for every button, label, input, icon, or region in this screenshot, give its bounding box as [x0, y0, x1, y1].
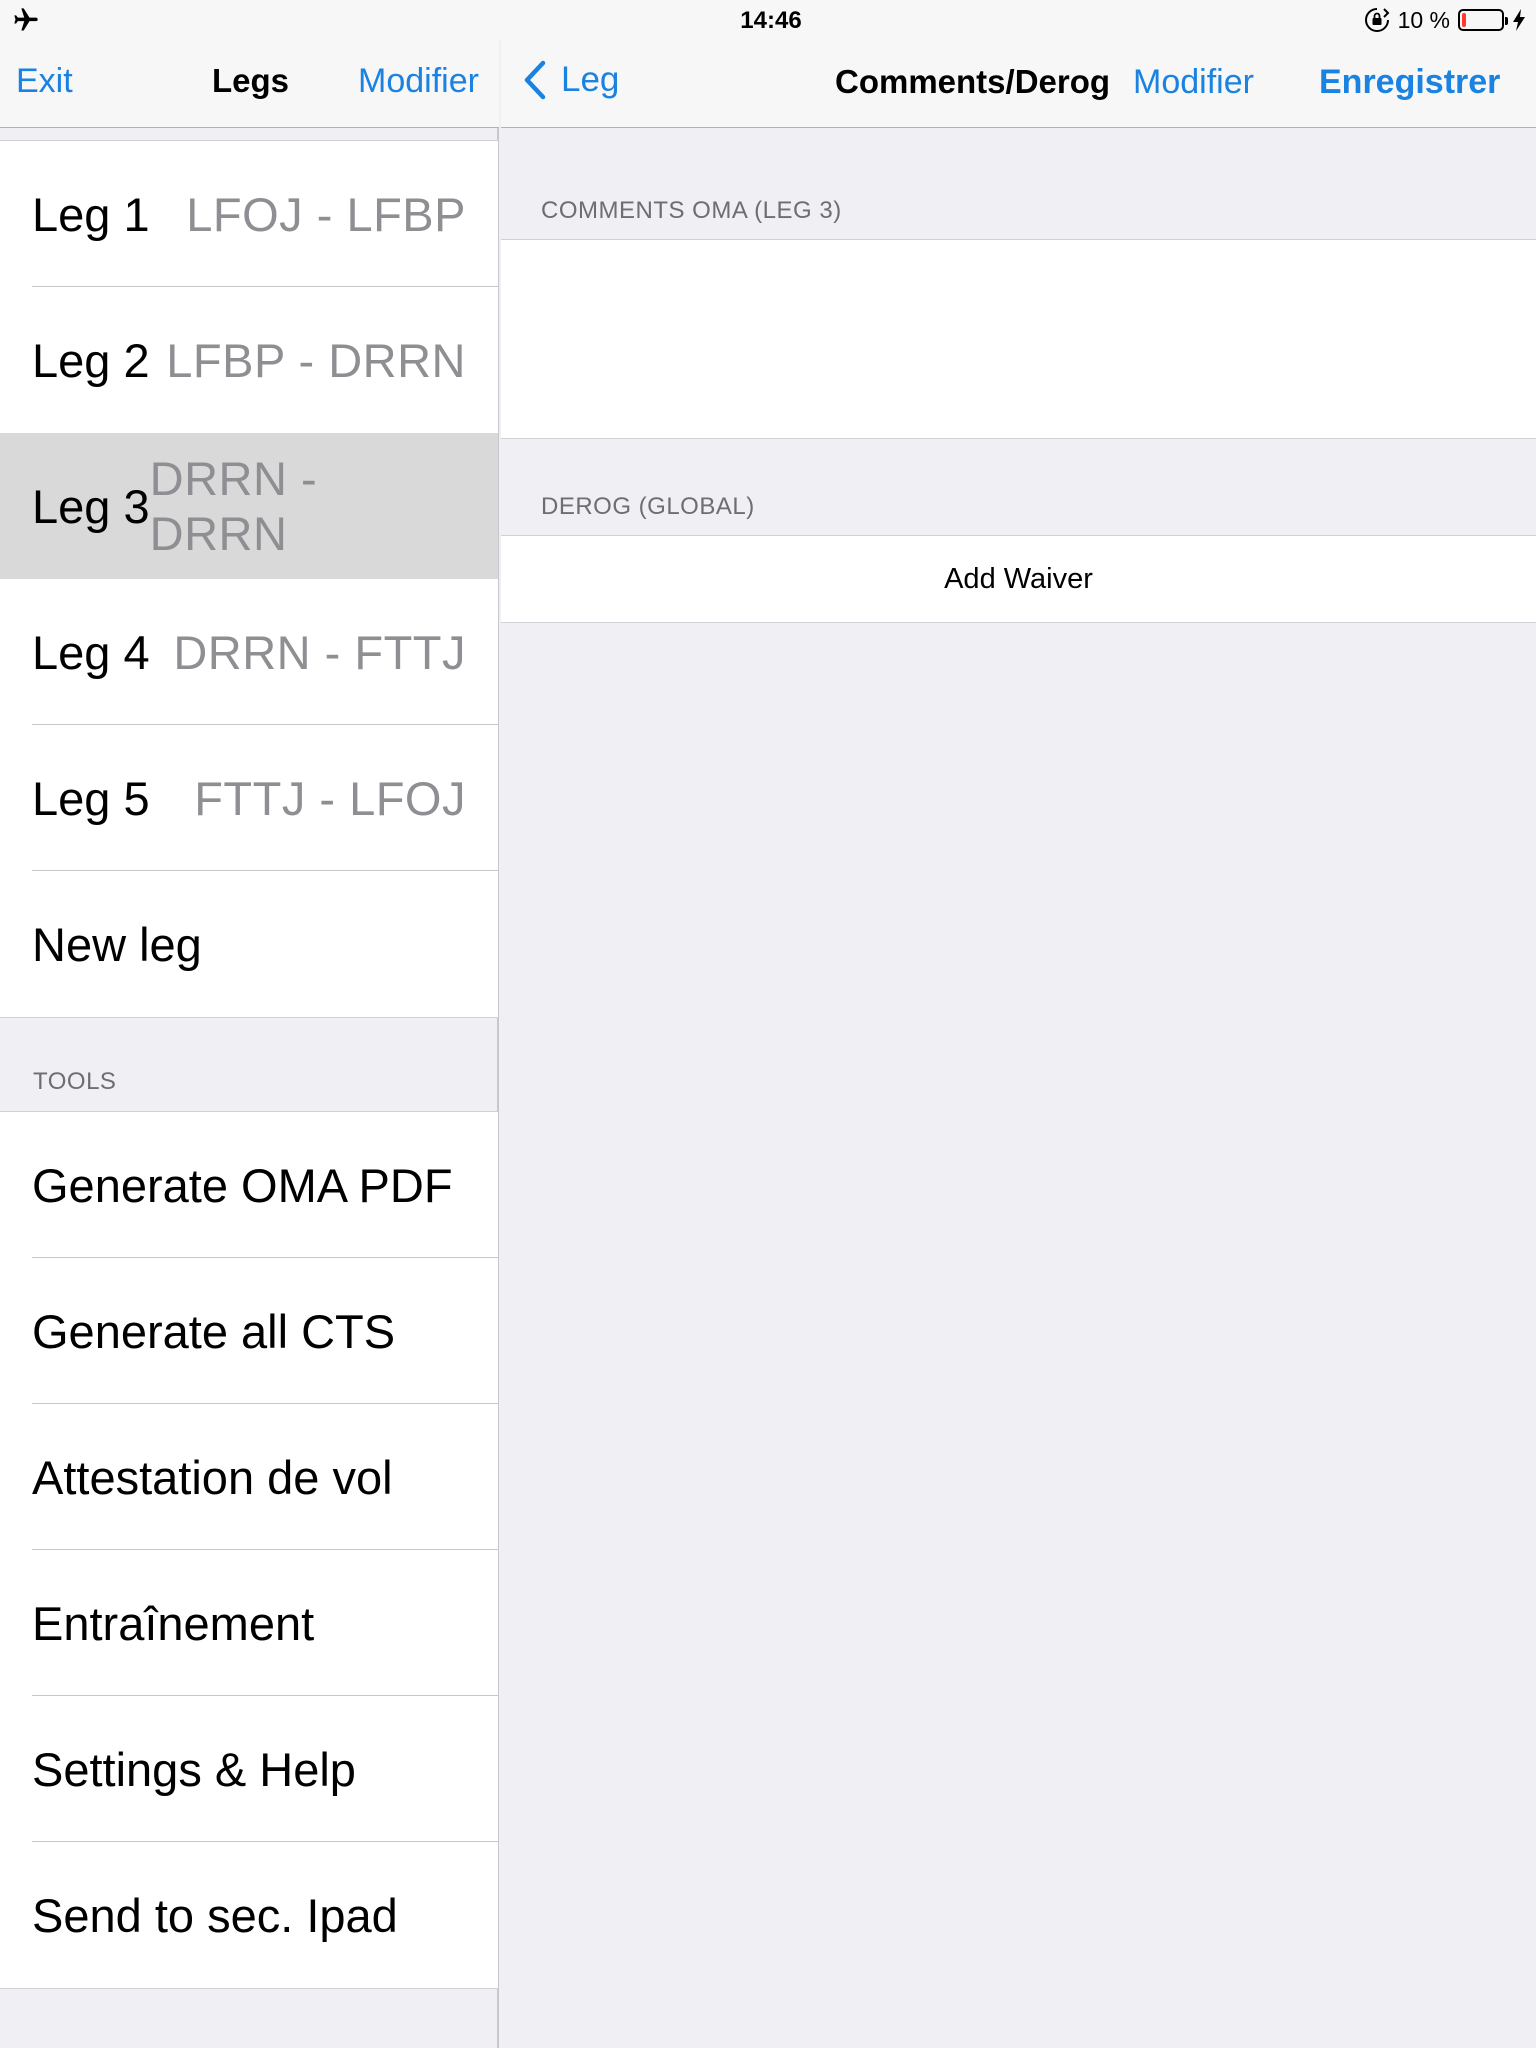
leg-label: Leg 1: [32, 187, 150, 241]
rotation-lock-icon: [1364, 8, 1389, 32]
charging-bolt-icon: [1513, 9, 1525, 31]
comments-group: [501, 239, 1536, 439]
leg-row-3[interactable]: Leg 3 DRRN - DRRN: [0, 433, 498, 579]
leg-route: DRRN - DRRN: [149, 452, 318, 560]
legs-list: Leg 1 LFOJ - LFBP Leg 2 LFBP - DRRN Leg …: [0, 140, 498, 1018]
leg-label: Leg 4: [32, 625, 150, 679]
tool-label: Settings & Help: [32, 1742, 356, 1796]
back-to-leg-button[interactable]: Leg: [523, 60, 619, 100]
detail-modifier-button[interactable]: Modifier: [1133, 63, 1254, 102]
battery-fill: [1462, 13, 1466, 27]
entrainement-button[interactable]: Entraînement: [0, 1550, 498, 1696]
tools-list: Generate OMA PDF Generate all CTS Attest…: [0, 1111, 498, 1989]
generate-oma-pdf-button[interactable]: Generate OMA PDF: [0, 1112, 498, 1258]
leg-label: Leg 2: [32, 333, 150, 387]
legs-title: Legs: [212, 62, 290, 99]
settings-help-button[interactable]: Settings & Help: [0, 1696, 498, 1842]
attestation-de-vol-button[interactable]: Attestation de vol: [0, 1404, 498, 1550]
leg-route: LFOJ - LFBP: [186, 187, 466, 241]
legs-master-pane: Exit Legs Modifier Leg 1 LFOJ - LFBP Leg…: [0, 0, 499, 2048]
detail-title: Comments/Derog: [835, 63, 1111, 100]
new-leg-button[interactable]: New leg: [0, 871, 498, 1017]
battery-icon: [1458, 9, 1508, 31]
tool-label: Generate all CTS: [32, 1304, 396, 1358]
enregistrer-button[interactable]: Enregistrer: [1319, 63, 1500, 102]
comments-derog-detail-pane: Leg Comments/Derog Modifier Enregistrer …: [501, 0, 1536, 2048]
generate-all-cts-button[interactable]: Generate all CTS: [0, 1258, 498, 1404]
leg-label: Leg 3: [32, 479, 150, 533]
detail-nav-bar: Leg Comments/Derog Modifier Enregistrer: [501, 40, 1536, 128]
send-to-sec-ipad-button[interactable]: Send to sec. Ipad: [0, 1842, 498, 1988]
status-right-group: 10 %: [1364, 6, 1526, 34]
leg-row-2[interactable]: Leg 2 LFBP - DRRN: [0, 287, 498, 433]
add-waiver-button[interactable]: Add Waiver: [501, 536, 1536, 622]
leg-route: LFBP - DRRN: [166, 333, 466, 387]
comments-oma-textarea[interactable]: [501, 240, 1536, 438]
tools-section-header: TOOLS: [33, 1068, 117, 1095]
status-time: 14:46: [740, 7, 802, 34]
tool-label: Send to sec. Ipad: [32, 1888, 398, 1942]
derog-section-header: DEROG (GLOBAL): [541, 493, 755, 520]
new-leg-label: New leg: [32, 917, 202, 971]
leg-route: DRRN - FTTJ: [173, 625, 466, 679]
back-label: Leg: [561, 60, 620, 99]
derog-group: Add Waiver: [501, 535, 1536, 623]
chevron-left-icon: [524, 60, 546, 100]
comments-section-header: COMMENTS OMA (LEG 3): [541, 197, 842, 224]
exit-button[interactable]: Exit: [16, 62, 73, 101]
tool-label: Generate OMA PDF: [32, 1158, 453, 1212]
legs-modifier-button[interactable]: Modifier: [358, 62, 479, 101]
status-bar: 14:46 10 %: [0, 0, 1536, 40]
leg-row-1[interactable]: Leg 1 LFOJ - LFBP: [0, 141, 498, 287]
legs-nav-bar: Exit Legs Modifier: [0, 40, 499, 128]
leg-route: FTTJ - LFOJ: [194, 771, 466, 825]
tool-label: Entraînement: [32, 1596, 315, 1650]
tool-label: Attestation de vol: [32, 1450, 393, 1504]
leg-row-4[interactable]: Leg 4 DRRN - FTTJ: [0, 579, 498, 725]
battery-percentage: 10 %: [1397, 6, 1450, 33]
leg-label: Leg 5: [32, 771, 150, 825]
leg-row-5[interactable]: Leg 5 FTTJ - LFOJ: [0, 725, 498, 871]
